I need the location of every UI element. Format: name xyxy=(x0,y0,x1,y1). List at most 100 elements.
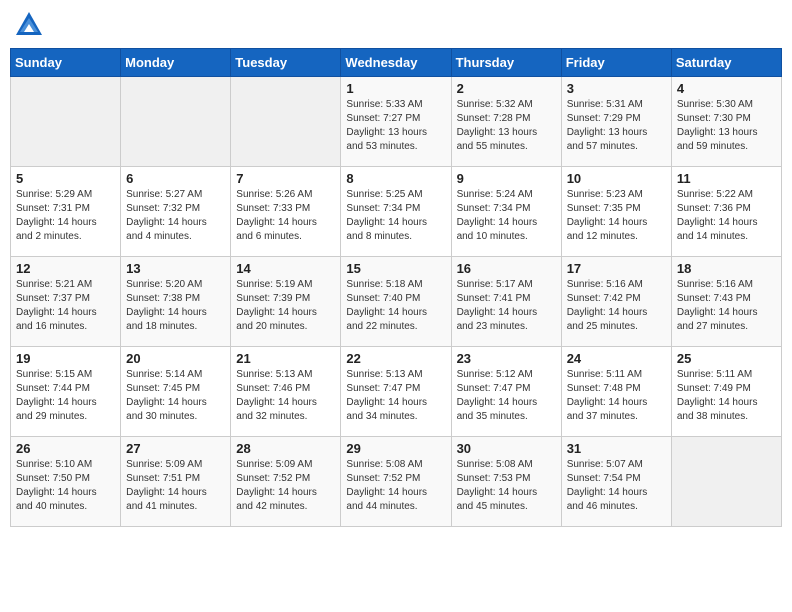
day-number: 31 xyxy=(567,441,666,456)
day-info: Sunrise: 5:09 AM Sunset: 7:52 PM Dayligh… xyxy=(236,458,335,514)
day-info: Sunrise: 5:26 AM Sunset: 7:33 PM Dayligh… xyxy=(236,188,335,244)
day-number: 23 xyxy=(457,351,556,366)
day-info: Sunrise: 5:20 AM Sunset: 7:38 PM Dayligh… xyxy=(126,278,225,334)
day-info: Sunrise: 5:25 AM Sunset: 7:34 PM Dayligh… xyxy=(346,188,445,244)
calendar-cell: 4 Sunrise: 5:30 AM Sunset: 7:30 PM Daylig… xyxy=(671,77,781,167)
week-row-2: 5 Sunrise: 5:29 AM Sunset: 7:31 PM Daylig… xyxy=(11,167,782,257)
calendar-body: 1 Sunrise: 5:33 AM Sunset: 7:27 PM Daylig… xyxy=(11,77,782,527)
calendar-cell: 28 Sunrise: 5:09 AM Sunset: 7:52 PM Dayli… xyxy=(231,437,341,527)
calendar-cell: 25 Sunrise: 5:11 AM Sunset: 7:49 PM Dayli… xyxy=(671,347,781,437)
day-number: 28 xyxy=(236,441,335,456)
calendar-cell: 27 Sunrise: 5:09 AM Sunset: 7:51 PM Dayli… xyxy=(121,437,231,527)
calendar-cell xyxy=(231,77,341,167)
day-number: 6 xyxy=(126,171,225,186)
day-number: 21 xyxy=(236,351,335,366)
day-number: 25 xyxy=(677,351,776,366)
day-info: Sunrise: 5:23 AM Sunset: 7:35 PM Dayligh… xyxy=(567,188,666,244)
day-number: 4 xyxy=(677,81,776,96)
weekday-header-friday: Friday xyxy=(561,49,671,77)
day-number: 11 xyxy=(677,171,776,186)
calendar-cell: 3Sunrise: 5:31 AM Sunset: 7:29 PM Daylig… xyxy=(561,77,671,167)
day-info: Sunrise: 5:07 AM Sunset: 7:54 PM Dayligh… xyxy=(567,458,666,514)
calendar-cell: 22Sunrise: 5:13 AM Sunset: 7:47 PM Dayli… xyxy=(341,347,451,437)
weekday-header-sunday: Sunday xyxy=(11,49,121,77)
logo-icon xyxy=(14,10,44,40)
day-number: 27 xyxy=(126,441,225,456)
calendar-cell: 8 Sunrise: 5:25 AM Sunset: 7:34 PM Daylig… xyxy=(341,167,451,257)
day-number: 17 xyxy=(567,261,666,276)
calendar-cell: 30 Sunrise: 5:08 AM Sunset: 7:53 PM Dayli… xyxy=(451,437,561,527)
day-info: Sunrise: 5:13 AM Sunset: 7:46 PM Dayligh… xyxy=(236,368,335,424)
day-info: Sunrise: 5:29 AM Sunset: 7:31 PM Dayligh… xyxy=(16,188,115,244)
calendar-cell: 14 Sunrise: 5:19 AM Sunset: 7:39 PM Dayli… xyxy=(231,257,341,347)
day-info: Sunrise: 5:27 AM Sunset: 7:32 PM Dayligh… xyxy=(126,188,225,244)
day-info: Sunrise: 5:11 AM Sunset: 7:49 PM Dayligh… xyxy=(677,368,776,424)
logo xyxy=(14,10,48,40)
day-info: Sunrise: 5:16 AM Sunset: 7:43 PM Dayligh… xyxy=(677,278,776,334)
week-row-4: 19 Sunrise: 5:15 AM Sunset: 7:44 PM Dayli… xyxy=(11,347,782,437)
day-number: 18 xyxy=(677,261,776,276)
day-info: Sunrise: 5:24 AM Sunset: 7:34 PM Dayligh… xyxy=(457,188,556,244)
calendar-cell: 24Sunrise: 5:11 AM Sunset: 7:48 PM Dayli… xyxy=(561,347,671,437)
day-info: Sunrise: 5:12 AM Sunset: 7:47 PM Dayligh… xyxy=(457,368,556,424)
day-number: 13 xyxy=(126,261,225,276)
day-number: 15 xyxy=(346,261,445,276)
day-info: Sunrise: 5:18 AM Sunset: 7:40 PM Dayligh… xyxy=(346,278,445,334)
calendar-cell: 10 Sunrise: 5:23 AM Sunset: 7:35 PM Dayli… xyxy=(561,167,671,257)
day-info: Sunrise: 5:15 AM Sunset: 7:44 PM Dayligh… xyxy=(16,368,115,424)
day-info: Sunrise: 5:21 AM Sunset: 7:37 PM Dayligh… xyxy=(16,278,115,334)
day-number: 7 xyxy=(236,171,335,186)
day-number: 9 xyxy=(457,171,556,186)
day-number: 30 xyxy=(457,441,556,456)
day-info: Sunrise: 5:09 AM Sunset: 7:51 PM Dayligh… xyxy=(126,458,225,514)
week-row-5: 26 Sunrise: 5:10 AM Sunset: 7:50 PM Dayli… xyxy=(11,437,782,527)
week-row-1: 1 Sunrise: 5:33 AM Sunset: 7:27 PM Daylig… xyxy=(11,77,782,167)
week-row-3: 12 Sunrise: 5:21 AM Sunset: 7:37 PM Dayli… xyxy=(11,257,782,347)
day-number: 19 xyxy=(16,351,115,366)
day-number: 1 xyxy=(346,81,445,96)
weekday-row: SundayMondayTuesdayWednesdayThursdayFrid… xyxy=(11,49,782,77)
calendar-cell: 11Sunrise: 5:22 AM Sunset: 7:36 PM Dayli… xyxy=(671,167,781,257)
calendar-cell xyxy=(11,77,121,167)
calendar-cell: 17 Sunrise: 5:16 AM Sunset: 7:42 PM Dayli… xyxy=(561,257,671,347)
calendar-cell: 20Sunrise: 5:14 AM Sunset: 7:45 PM Dayli… xyxy=(121,347,231,437)
day-number: 5 xyxy=(16,171,115,186)
calendar-cell: 16Sunrise: 5:17 AM Sunset: 7:41 PM Dayli… xyxy=(451,257,561,347)
day-number: 29 xyxy=(346,441,445,456)
calendar-cell: 19 Sunrise: 5:15 AM Sunset: 7:44 PM Dayli… xyxy=(11,347,121,437)
day-number: 10 xyxy=(567,171,666,186)
day-number: 14 xyxy=(236,261,335,276)
day-info: Sunrise: 5:16 AM Sunset: 7:42 PM Dayligh… xyxy=(567,278,666,334)
day-info: Sunrise: 5:33 AM Sunset: 7:27 PM Dayligh… xyxy=(346,98,445,154)
calendar-cell: 18 Sunrise: 5:16 AM Sunset: 7:43 PM Dayli… xyxy=(671,257,781,347)
weekday-header-thursday: Thursday xyxy=(451,49,561,77)
day-info: Sunrise: 5:19 AM Sunset: 7:39 PM Dayligh… xyxy=(236,278,335,334)
calendar-cell: 23 Sunrise: 5:12 AM Sunset: 7:47 PM Dayli… xyxy=(451,347,561,437)
day-info: Sunrise: 5:08 AM Sunset: 7:52 PM Dayligh… xyxy=(346,458,445,514)
calendar-table: SundayMondayTuesdayWednesdayThursdayFrid… xyxy=(10,48,782,527)
day-info: Sunrise: 5:08 AM Sunset: 7:53 PM Dayligh… xyxy=(457,458,556,514)
day-number: 3 xyxy=(567,81,666,96)
day-info: Sunrise: 5:32 AM Sunset: 7:28 PM Dayligh… xyxy=(457,98,556,154)
calendar-cell xyxy=(671,437,781,527)
calendar-cell: 5 Sunrise: 5:29 AM Sunset: 7:31 PM Daylig… xyxy=(11,167,121,257)
day-number: 8 xyxy=(346,171,445,186)
day-info: Sunrise: 5:13 AM Sunset: 7:47 PM Dayligh… xyxy=(346,368,445,424)
weekday-header-wednesday: Wednesday xyxy=(341,49,451,77)
day-info: Sunrise: 5:17 AM Sunset: 7:41 PM Dayligh… xyxy=(457,278,556,334)
day-number: 12 xyxy=(16,261,115,276)
calendar-cell: 7 Sunrise: 5:26 AM Sunset: 7:33 PM Daylig… xyxy=(231,167,341,257)
day-number: 24 xyxy=(567,351,666,366)
calendar-cell: 13 Sunrise: 5:20 AM Sunset: 7:38 PM Dayli… xyxy=(121,257,231,347)
calendar-cell: 12 Sunrise: 5:21 AM Sunset: 7:37 PM Dayli… xyxy=(11,257,121,347)
weekday-header-monday: Monday xyxy=(121,49,231,77)
calendar-cell: 6 Sunrise: 5:27 AM Sunset: 7:32 PM Daylig… xyxy=(121,167,231,257)
calendar-cell: 21 Sunrise: 5:13 AM Sunset: 7:46 PM Dayli… xyxy=(231,347,341,437)
page-header xyxy=(10,10,782,40)
day-info: Sunrise: 5:30 AM Sunset: 7:30 PM Dayligh… xyxy=(677,98,776,154)
calendar-cell xyxy=(121,77,231,167)
day-info: Sunrise: 5:10 AM Sunset: 7:50 PM Dayligh… xyxy=(16,458,115,514)
day-number: 20 xyxy=(126,351,225,366)
calendar-cell: 26 Sunrise: 5:10 AM Sunset: 7:50 PM Dayli… xyxy=(11,437,121,527)
day-number: 26 xyxy=(16,441,115,456)
